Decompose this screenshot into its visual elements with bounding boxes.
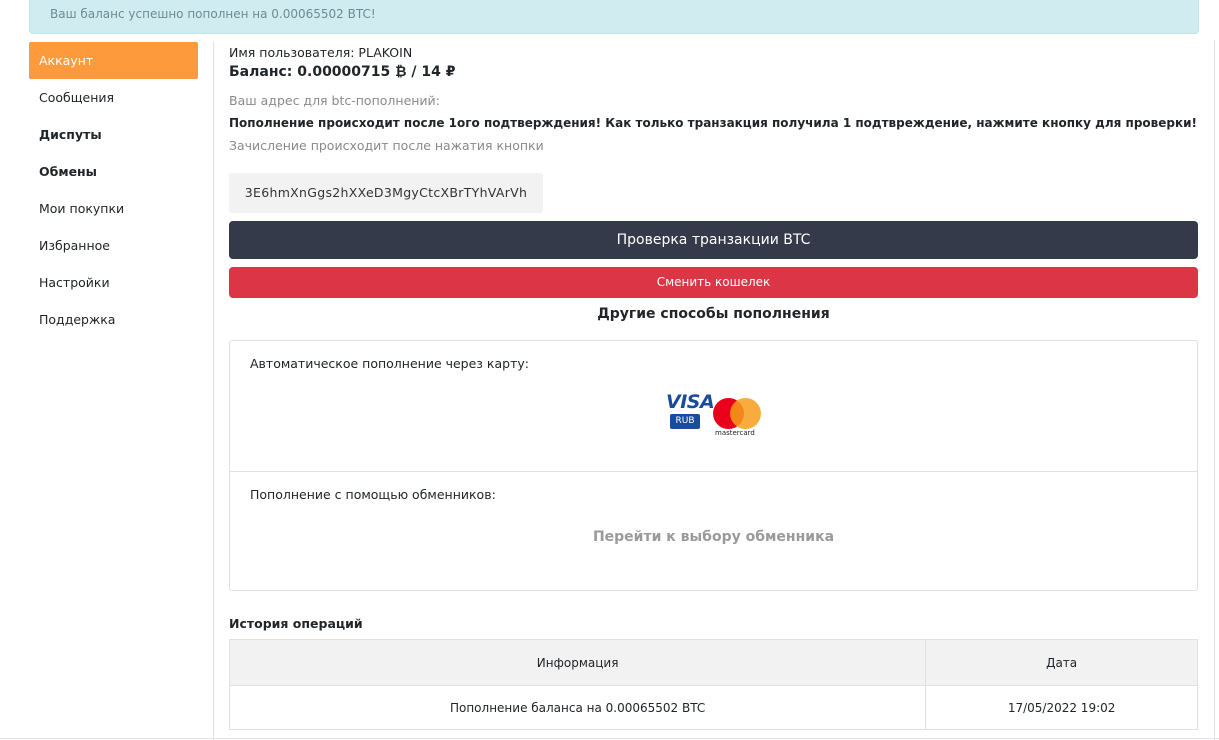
payment-methods-box: Автоматическое пополнение через карту: V… [229, 340, 1198, 591]
column-header-info: Информация [228, 639, 927, 686]
sidebar-item-disputes[interactable]: Диспуты [29, 116, 198, 153]
visa-mastercard-logo[interactable]: VISA RUB mastercard [666, 391, 766, 437]
sidebar: Аккаунт Сообщения Диспуты Обмены Мои пок… [29, 42, 198, 338]
exchange-topup-label: Пополнение с помощью обменников: [250, 487, 496, 502]
confirmation-notice: Пополнение происходит после 1ого подтвер… [229, 116, 1197, 130]
rub-badge: RUB [670, 414, 700, 429]
table-header-row: Информация Дата [228, 639, 1198, 686]
methods-divider [230, 471, 1197, 472]
btc-address-field[interactable]: 3E6hmXnGgs2hXXeD3MgyCtcXBrTYhVArVh [229, 173, 543, 213]
credit-notice: Зачисление происходит после нажатия кноп… [229, 138, 544, 153]
sidebar-item-account[interactable]: Аккаунт [29, 42, 198, 79]
sidebar-item-messages[interactable]: Сообщения [29, 79, 198, 116]
visa-logo-text: VISA [666, 391, 715, 413]
table-row: Пополнение баланса на 0.00065502 BTC 17/… [228, 685, 1198, 730]
page-bottom-border [0, 738, 1219, 739]
username: Имя пользователя: PLAKOIN [229, 45, 413, 60]
column-header-date: Дата [925, 639, 1198, 686]
other-methods-title: Другие способы пополнения [597, 306, 830, 322]
mastercard-yellow-circle-icon [730, 398, 761, 429]
choose-exchanger-link[interactable]: Перейти к выбору обменника [230, 529, 1197, 545]
success-alert: Ваш баланс успешно пополнен на 0.0006550… [29, 0, 1199, 34]
change-wallet-button[interactable]: Сменить кошелек [229, 267, 1198, 298]
check-transaction-button[interactable]: Проверка транзакции BTC [229, 221, 1198, 259]
btc-address-label: Ваш адрес для btc-пополнений: [229, 93, 440, 108]
sidebar-item-exchanges[interactable]: Обмены [29, 153, 198, 190]
history-title: История операций [229, 616, 363, 631]
mastercard-logo-text: mastercard [715, 429, 755, 437]
content-border-right [1214, 40, 1215, 740]
alert-text: Ваш баланс успешно пополнен на 0.0006550… [50, 7, 376, 21]
row-info: Пополнение баланса на 0.00065502 BTC [228, 685, 927, 730]
history-table: Информация Дата Пополнение баланса на 0.… [228, 639, 1198, 730]
row-date: 17/05/2022 19:02 [925, 685, 1198, 730]
sidebar-item-favorites[interactable]: Избранное [29, 227, 198, 264]
sidebar-divider [213, 42, 214, 740]
card-topup-label: Автоматическое пополнение через карту: [250, 356, 529, 371]
sidebar-item-support[interactable]: Поддержка [29, 301, 198, 338]
sidebar-item-settings[interactable]: Настройки [29, 264, 198, 301]
sidebar-item-purchases[interactable]: Мои покупки [29, 190, 198, 227]
balance: Баланс: 0.00000715 ₿ / 14 ₽ [229, 64, 456, 80]
